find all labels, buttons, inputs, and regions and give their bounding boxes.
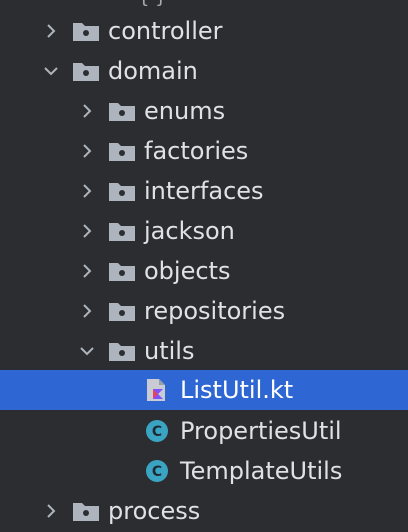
chevron-right-icon[interactable] [76,211,98,251]
tree-item-templateutils[interactable]: C TemplateUtils [0,451,408,491]
chevron-down-icon[interactable] [76,331,98,371]
tree-item-label: domain [108,57,198,85]
tree-item-listutil-kt[interactable]: ListUtil.kt [0,370,408,410]
tree-item-process[interactable]: process [0,491,408,531]
folder-icon [108,259,138,283]
tree-item-label: controller [108,17,223,45]
svg-text:C: C [152,424,162,440]
tree-item-domain[interactable]: domain [0,51,408,91]
tree-item-enums[interactable]: enums [0,91,408,131]
folder-icon [108,99,138,123]
folder-icon [72,19,102,43]
tree-item-factories[interactable]: factories [0,131,408,171]
kotlin-file-icon [144,378,174,402]
chevron-right-icon[interactable] [40,491,62,531]
tree-item-propertiesutil[interactable]: C PropertiesUtil [0,411,408,451]
chevron-right-icon[interactable] [76,91,98,131]
project-tree: {·} controller domain enums [0,0,408,532]
chevron-right-icon[interactable] [76,291,98,331]
chevron-right-icon[interactable] [40,11,62,51]
tree-item-jackson[interactable]: jackson [0,211,408,251]
tree-item-label: factories [144,137,249,165]
chevron-down-icon[interactable] [40,51,62,91]
folder-icon [108,139,138,163]
tree-item-label: TemplateUtils [180,457,343,485]
tree-item-label: interfaces [144,177,264,205]
tree-item-label: jackson [144,217,235,245]
chevron-right-icon[interactable] [76,251,98,291]
tree-item-controller[interactable]: controller [0,11,408,51]
tree-item-label: process [108,497,201,525]
tree-item-label: PropertiesUtil [180,417,342,445]
tree-item-interfaces[interactable]: interfaces [0,171,408,211]
kotlin-class-icon: C [144,419,174,443]
folder-icon [72,59,102,83]
tree-item-label: repositories [144,297,286,325]
tree-item-label: ListUtil.kt [180,376,294,404]
chevron-right-icon[interactable] [76,131,98,171]
kotlin-class-icon: C [144,459,174,483]
tree-item-label: objects [144,257,231,285]
folder-icon [108,179,138,203]
folder-icon [108,339,138,363]
folder-icon [108,299,138,323]
folder-icon [108,219,138,243]
tree-item-objects[interactable]: objects [0,251,408,291]
tree-item-repositories[interactable]: repositories [0,291,408,331]
tree-item-utils[interactable]: utils [0,331,408,371]
folder-icon [72,499,102,523]
svg-text:C: C [152,464,162,480]
tree-item-label: enums [144,97,226,125]
tree-item-label: utils [144,337,195,365]
chevron-right-icon[interactable] [76,171,98,211]
